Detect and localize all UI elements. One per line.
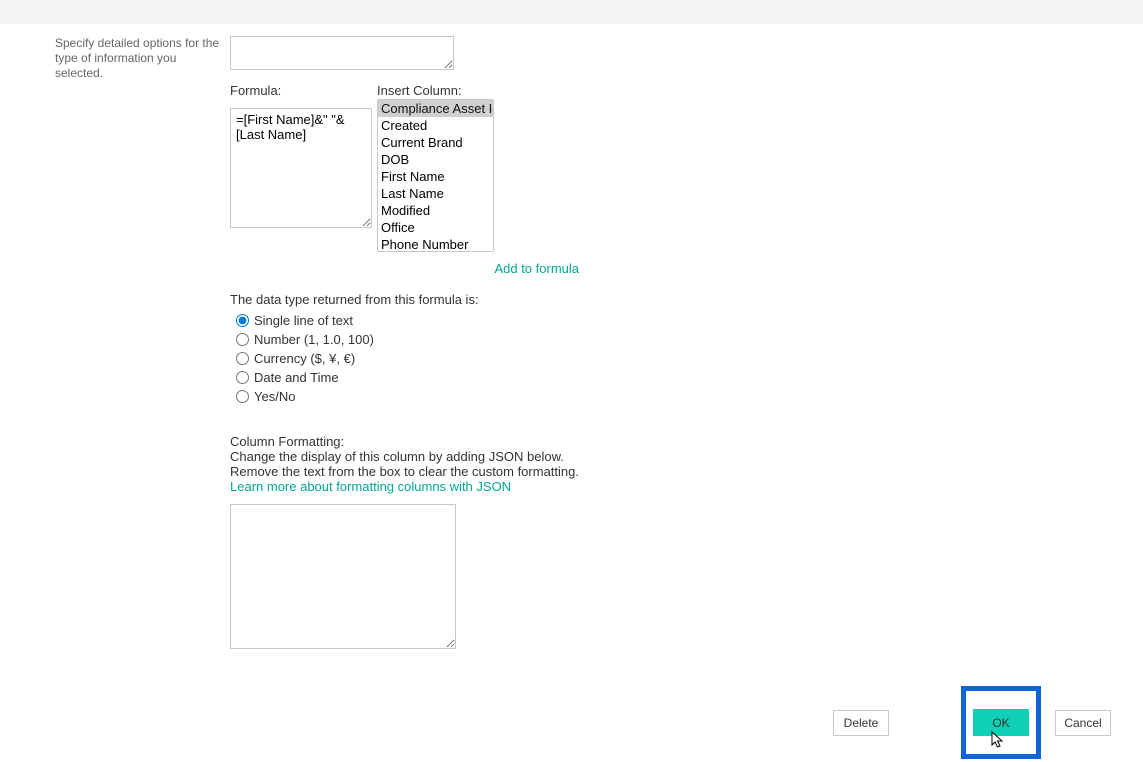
data-type-option-label: Single line of text	[254, 313, 353, 328]
main-column: Formula: Insert Column: Compliance Asset…	[230, 36, 579, 652]
data-type-radio-group: Single line of text Number (1, 1.0, 100) C…	[230, 311, 579, 406]
ribbon-bar	[0, 0, 1143, 24]
column-option[interactable]: Compliance Asset Id	[378, 100, 493, 117]
settings-content: Specify detailed options for the type of…	[0, 24, 1143, 652]
column-option[interactable]: Last Name	[378, 185, 493, 202]
formula-label: Formula:	[230, 83, 372, 98]
formula-row: Formula: Insert Column: Compliance Asset…	[230, 83, 579, 252]
data-type-radio[interactable]	[236, 352, 249, 365]
data-type-radio[interactable]	[236, 333, 249, 346]
column-formatting-help-2: Remove the text from the box to clear th…	[230, 464, 579, 479]
data-type-label: The data type returned from this formula…	[230, 292, 579, 307]
data-type-option[interactable]: Yes/No	[230, 387, 579, 406]
data-type-option[interactable]: Currency ($, ¥, €)	[230, 349, 579, 368]
data-type-option-label: Currency ($, ¥, €)	[254, 351, 355, 366]
insert-column-section: Insert Column: Compliance Asset IdCreate…	[377, 83, 494, 252]
column-option[interactable]: Current Brand	[378, 134, 493, 151]
data-type-option-label: Yes/No	[254, 389, 295, 404]
column-option[interactable]: DOB	[378, 151, 493, 168]
ok-button[interactable]: OK	[973, 709, 1029, 736]
data-type-option[interactable]: Single line of text	[230, 311, 579, 330]
data-type-radio[interactable]	[236, 390, 249, 403]
formula-input[interactable]	[230, 108, 372, 228]
add-to-formula-link[interactable]: Add to formula	[314, 261, 579, 276]
column-option[interactable]: Office	[378, 219, 493, 236]
data-type-option[interactable]: Number (1, 1.0, 100)	[230, 330, 579, 349]
column-option[interactable]: Phone Number	[378, 236, 493, 252]
section-description: Specify detailed options for the type of…	[55, 36, 225, 81]
data-type-option[interactable]: Date and Time	[230, 368, 579, 387]
insert-column-label: Insert Column:	[377, 83, 494, 98]
column-option[interactable]: First Name	[378, 168, 493, 185]
data-type-option-label: Number (1, 1.0, 100)	[254, 332, 374, 347]
delete-button[interactable]: Delete	[833, 710, 889, 736]
json-formatting-input[interactable]	[230, 504, 456, 649]
ok-highlight-box: OK	[961, 686, 1041, 759]
cancel-button[interactable]: Cancel	[1055, 710, 1111, 736]
json-formatting-link[interactable]: Learn more about formatting columns with…	[230, 479, 579, 494]
formula-section: Formula:	[230, 83, 372, 231]
data-type-radio[interactable]	[236, 371, 249, 384]
insert-column-list[interactable]: Compliance Asset IdCreatedCurrent BrandD…	[377, 99, 494, 252]
column-formatting-help-1: Change the display of this column by add…	[230, 449, 579, 464]
description-input[interactable]	[230, 36, 454, 70]
button-bar: Delete OK Cancel	[0, 652, 1143, 759]
column-formatting-label: Column Formatting:	[230, 434, 579, 449]
data-type-option-label: Date and Time	[254, 370, 339, 385]
column-option[interactable]: Created	[378, 117, 493, 134]
data-type-radio[interactable]	[236, 314, 249, 327]
column-option[interactable]: Modified	[378, 202, 493, 219]
